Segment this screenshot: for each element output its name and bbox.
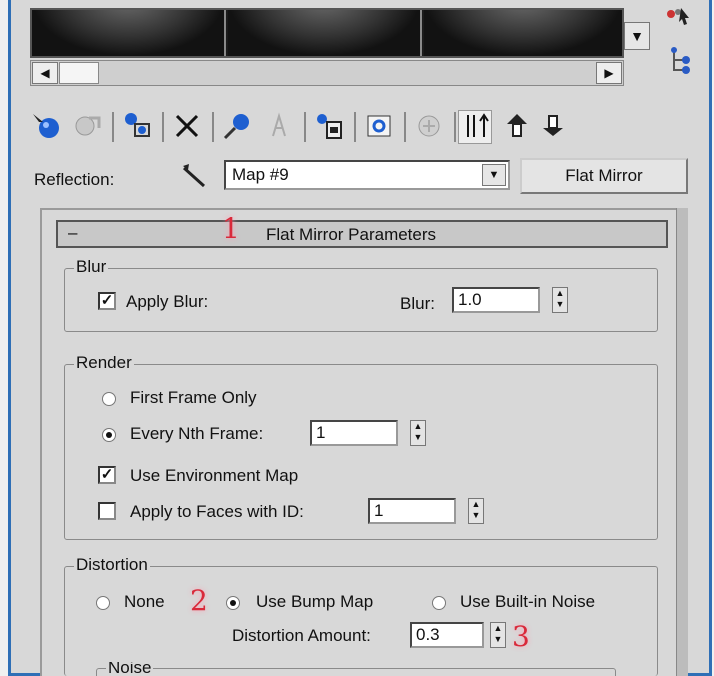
use-bump-map-radio[interactable] [226,596,240,610]
nth-frame-input[interactable]: 1 [310,420,398,446]
annotation-marker-1: 1 [222,212,240,245]
first-frame-radio[interactable] [102,392,116,406]
map-name-value: Map #9 [232,165,289,184]
face-id-input[interactable]: 1 [368,498,456,524]
slots-horizontal-scrollbar[interactable]: ◀ ▶ [30,60,624,86]
go-to-parent-icon[interactable] [500,110,534,144]
first-frame-label: First Frame Only [130,388,257,407]
apply-to-faces-checkbox[interactable] [98,502,116,520]
annotation-marker-2: 2 [190,584,208,617]
distortion-none-radio[interactable] [96,596,110,610]
put-to-library-icon[interactable] [262,110,296,144]
get-material-icon[interactable] [30,110,64,144]
scroll-right-button[interactable]: ▶ [596,62,622,84]
annotation-marker-3: 3 [512,620,530,653]
noise-group [96,668,616,676]
put-to-scene-icon[interactable] [70,110,104,144]
map-name-dropdown[interactable]: Map #9 ▼ [224,160,510,190]
collapse-icon[interactable]: – [68,223,77,243]
show-end-result-toggle-icon[interactable] [458,110,492,144]
apply-blur-label: Apply Blur: [126,292,209,311]
material-effects-channel-icon[interactable] [312,110,346,144]
material-navigator-icon[interactable] [664,46,696,76]
distortion-group [64,566,658,676]
use-builtin-noise-radio[interactable] [432,596,446,610]
sample-slot[interactable] [424,10,622,56]
sample-slots [30,8,624,58]
scroll-left-button[interactable]: ◀ [32,62,58,84]
nth-frame-spinner[interactable]: ▲ ▼ [410,420,426,446]
rollout-title: Flat Mirror Parameters [266,225,437,244]
eyedropper-icon[interactable] [180,162,210,197]
blur-group-label: Blur [74,257,109,277]
blur-amount-input[interactable]: 1.0 [452,287,540,313]
sample-slot[interactable] [228,10,422,56]
use-bump-map-label: Use Bump Map [256,592,374,611]
noise-group-label: Noise [106,662,154,674]
reflection-label: Reflection: [34,170,115,189]
use-environment-map-checkbox[interactable]: ✓ [98,466,116,484]
apply-to-faces-label: Apply to Faces with ID: [130,502,304,521]
show-map-in-viewport-icon[interactable] [362,110,396,144]
flat-mirror-rollout-header[interactable]: – Flat Mirror Parameters [56,220,668,248]
delete-icon[interactable] [170,110,204,144]
panel-scrollbar[interactable] [676,208,688,676]
slots-scroll-down-button[interactable]: ▼ [624,22,650,50]
every-nth-frame-radio[interactable] [102,428,116,442]
distortion-group-label: Distortion [74,555,150,575]
sample-slot[interactable] [32,10,226,56]
every-nth-frame-label: Every Nth Frame: [130,424,264,443]
scroll-thumb[interactable] [59,62,99,84]
show-end-result-icon[interactable] [412,110,446,144]
material-toolbar [30,106,690,148]
make-unique-icon[interactable] [220,110,254,144]
use-environment-map-label: Use Environment Map [130,466,299,485]
assign-to-selection-icon[interactable] [120,110,154,144]
distortion-amount-label: Distortion Amount: [232,626,371,645]
render-group-label: Render [74,353,134,373]
blur-amount-spinner[interactable]: ▲ ▼ [552,287,568,313]
go-forward-icon[interactable] [536,110,570,144]
distortion-none-label: None [124,592,165,611]
distortion-amount-spinner[interactable]: ▲ ▼ [490,622,506,648]
distortion-amount-input[interactable]: 0.3 [410,622,484,648]
map-type-button[interactable]: Flat Mirror [520,158,688,194]
face-id-spinner[interactable]: ▲ ▼ [468,498,484,524]
blur-amount-label: Blur: [400,294,435,313]
dropdown-arrow-icon[interactable]: ▼ [482,164,506,186]
pick-material-icon[interactable] [662,4,694,34]
use-builtin-noise-label: Use Built-in Noise [460,592,596,611]
apply-blur-checkbox[interactable]: ✓ [98,292,116,310]
